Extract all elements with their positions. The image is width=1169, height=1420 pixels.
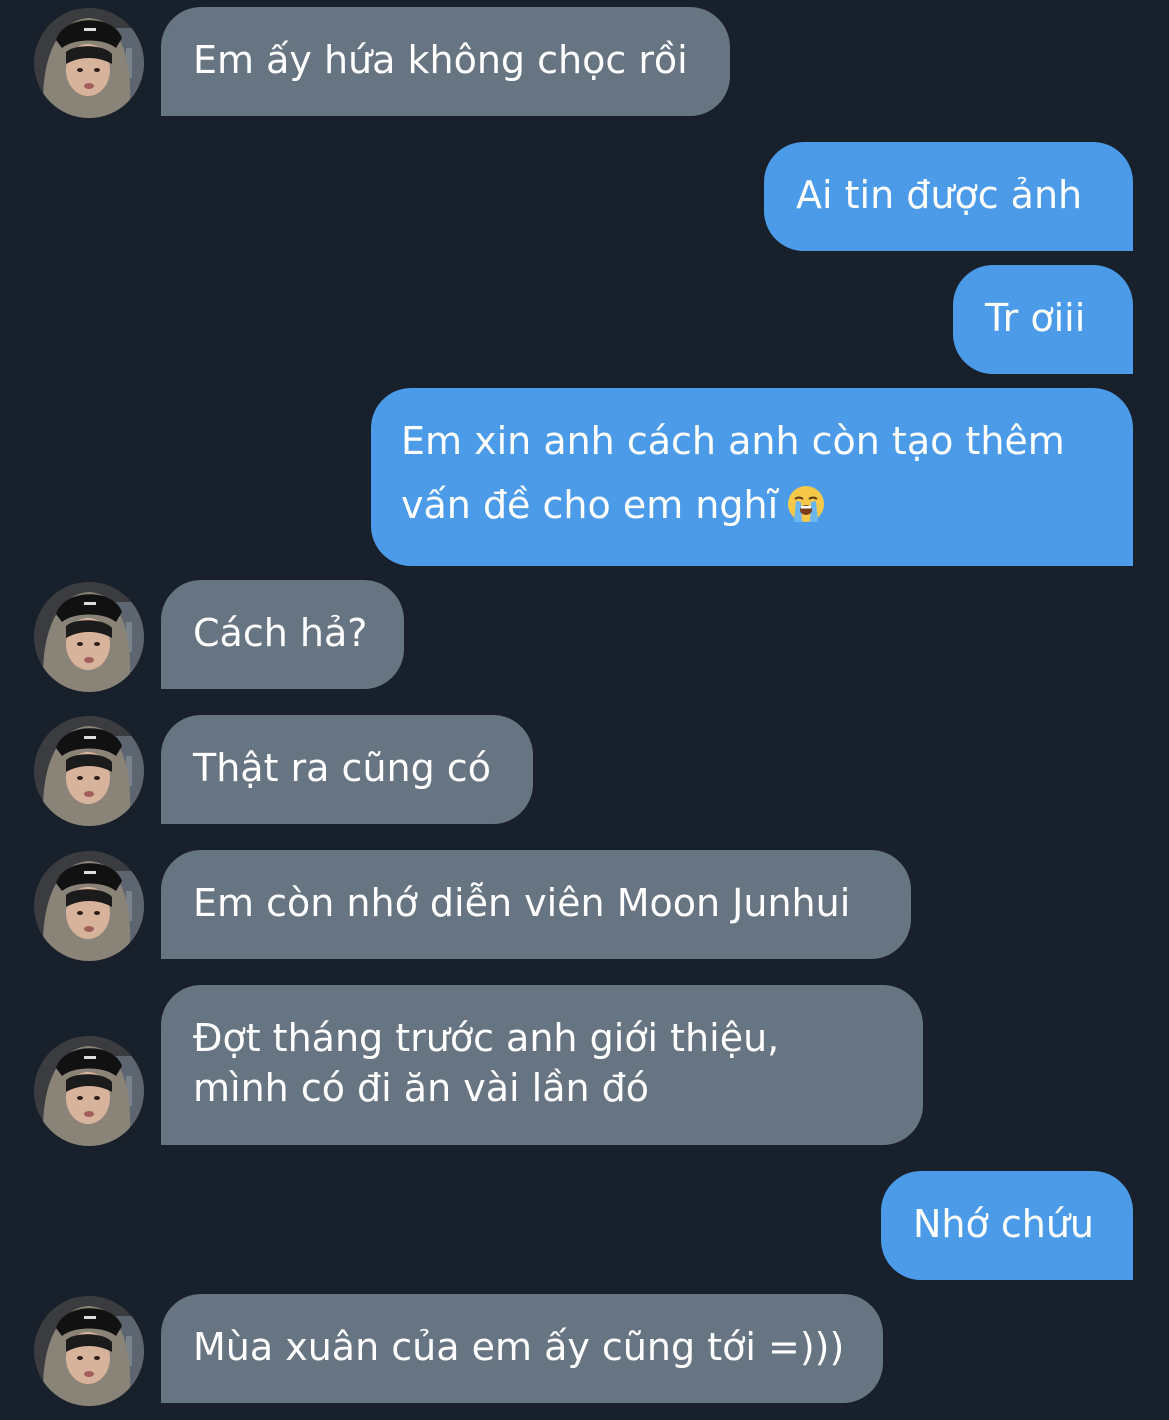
message-text: Em ấy hứa không chọc rồi — [193, 38, 688, 82]
message-text: Tr ơiii — [985, 296, 1086, 340]
message-text: Nhớ chứu — [913, 1202, 1094, 1246]
profile-avatar-icon — [34, 8, 144, 118]
avatar[interactable] — [34, 582, 144, 692]
avatar[interactable] — [34, 1296, 144, 1406]
message-bubble-received[interactable]: Thật ra cũng có — [161, 715, 533, 824]
message-text: Thật ra cũng có — [193, 746, 491, 790]
message-text-line: Đợt tháng trước anh giới thiệu, — [193, 1016, 780, 1060]
avatar[interactable] — [34, 8, 144, 118]
avatar[interactable] — [34, 1036, 144, 1146]
message-bubble-received[interactable]: Đợt tháng trước anh giới thiệu, mình có … — [161, 985, 923, 1145]
profile-avatar-icon — [34, 851, 144, 961]
avatar[interactable] — [34, 716, 144, 826]
avatar[interactable] — [34, 851, 144, 961]
message-bubble-sent[interactable]: Em xin anh cách anh còn tạo thêm vấn đề … — [371, 388, 1133, 566]
message-bubble-sent[interactable]: Nhớ chứu — [881, 1171, 1133, 1280]
message-bubble-received[interactable]: Mùa xuân của em ấy cũng tới =))) — [161, 1294, 883, 1403]
loudly-crying-face-icon — [786, 484, 826, 536]
profile-avatar-icon — [34, 1036, 144, 1146]
message-text-line: Em xin anh cách anh còn tạo thêm — [401, 419, 1065, 463]
message-bubble-received[interactable]: Em còn nhớ diễn viên Moon Junhui — [161, 850, 911, 959]
profile-avatar-icon — [34, 582, 144, 692]
message-text: Em còn nhớ diễn viên Moon Junhui — [193, 881, 851, 925]
message-bubble-received[interactable]: Cách hả? — [161, 580, 404, 689]
profile-avatar-icon — [34, 716, 144, 826]
message-text: Mùa xuân của em ấy cũng tới =))) — [193, 1325, 845, 1369]
message-text: Cách hả? — [193, 611, 368, 655]
profile-avatar-icon — [34, 1296, 144, 1406]
message-bubble-sent[interactable]: Ai tin được ảnh — [764, 142, 1133, 251]
message-text-line: mình có đi ăn vài lần đó — [193, 1066, 650, 1110]
message-bubble-received[interactable]: Em ấy hứa không chọc rồi — [161, 7, 730, 116]
message-text-line: vấn đề cho em nghĩ — [401, 483, 779, 527]
message-bubble-sent[interactable]: Tr ơiii — [953, 265, 1133, 374]
message-text: Ai tin được ảnh — [796, 173, 1083, 217]
